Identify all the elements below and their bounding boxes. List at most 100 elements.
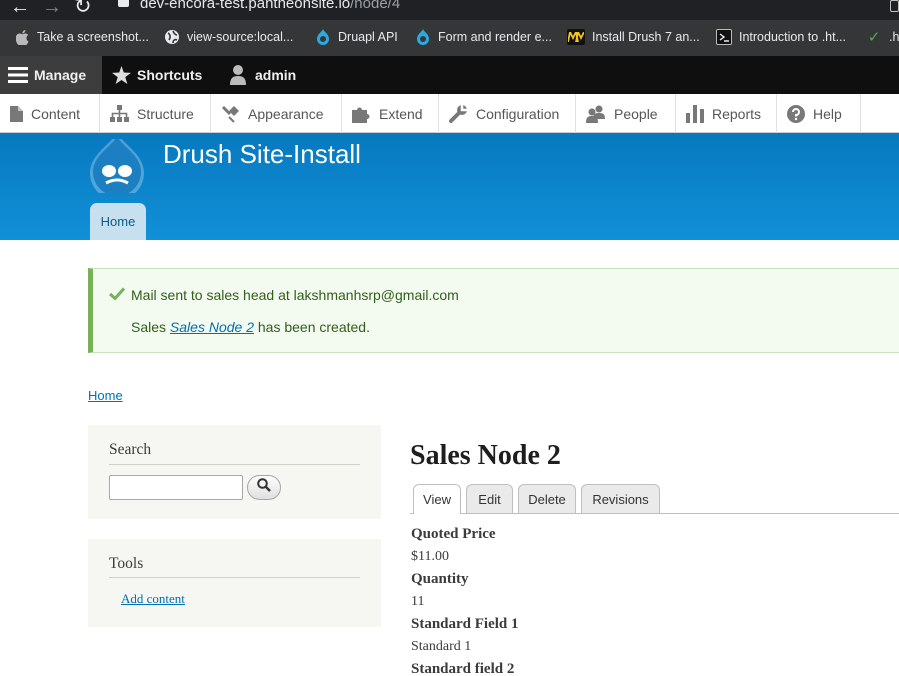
site-header: Drush Site-Install Home [0, 131, 899, 240]
tray-item-extend[interactable]: Extend [342, 94, 439, 133]
field-label-standard-field-1: Standard Field 1 [411, 616, 519, 632]
main-menu-home[interactable]: Home [90, 203, 146, 240]
tab-edit[interactable]: Edit [466, 484, 513, 513]
tab-view[interactable]: View [413, 484, 461, 514]
tab-delete[interactable]: Delete [518, 484, 576, 513]
tray-label: Configuration [476, 105, 560, 122]
bookmark-item[interactable]: ✓ .h [866, 28, 899, 46]
field-label-quoted-price: Quoted Price [411, 526, 496, 542]
node-link[interactable]: Sales Node 2 [170, 319, 254, 335]
tray-item-help[interactable]: Help [777, 94, 861, 133]
tray-item-people[interactable]: People [576, 94, 676, 133]
tray-item-structure[interactable]: Structure [100, 94, 211, 133]
puzzle-icon [352, 105, 371, 123]
field-label-standard-field-2: Standard field 2 [411, 661, 515, 676]
terminal-icon [716, 29, 732, 45]
user-label: admin [255, 67, 297, 83]
manage-label: Manage [34, 67, 87, 83]
forward-arrow-icon[interactable]: → [42, 0, 62, 19]
shortcuts-button[interactable]: Shortcuts [112, 56, 202, 94]
search-input[interactable] [109, 475, 243, 500]
check-icon [108, 287, 126, 305]
address-field[interactable]: dev-encora-test.pantheonsite.io/node/4 [140, 0, 400, 12]
browser-url-bar: ← → ↻ dev-encora-test.pantheonsite.io/no… [0, 0, 899, 20]
back-arrow-icon[interactable]: ← [10, 0, 30, 19]
file-icon [10, 105, 23, 122]
bookmark-label: Take a screenshot... [37, 30, 149, 44]
message-suffix: has been created. [253, 319, 370, 335]
bookmark-item[interactable]: view-source:local... [164, 28, 293, 46]
status-message: Mail sent to sales head at lakshmanhsrp@… [88, 268, 899, 353]
field-value-quantity: 11 [411, 594, 425, 609]
breadcrumb-home-link[interactable]: Home [88, 388, 123, 403]
lock-icon [118, 0, 129, 7]
divider [109, 577, 360, 578]
wrench-icon [449, 104, 468, 123]
field-value-standard-field-1: Standard 1 [411, 639, 472, 654]
sitemap-icon [110, 105, 129, 122]
tray-label: Extend [379, 105, 423, 122]
page-title: Sales Node 2 [410, 440, 561, 471]
tray-label: Help [813, 105, 842, 122]
star-icon [112, 66, 131, 84]
drupal-icon [315, 29, 331, 45]
message-mail-sent: Mail sent to sales head at lakshmanhsrp@… [131, 287, 459, 303]
user-menu-button[interactable]: admin [230, 56, 296, 94]
share-icon[interactable] [890, 0, 899, 12]
tray-label: People [614, 105, 658, 122]
bookmark-label: .h [889, 30, 899, 44]
tray-item-appearance[interactable]: Appearance [211, 94, 342, 133]
tray-label: Reports [712, 105, 762, 122]
tab-revisions[interactable]: Revisions [581, 484, 660, 513]
breadcrumb: Home [88, 388, 123, 403]
bookmark-label: view-source:local... [187, 30, 294, 44]
reload-icon[interactable]: ↻ [74, 0, 92, 19]
tray-label: Appearance [248, 105, 324, 122]
apple-icon [14, 29, 30, 45]
field-label-quantity: Quantity [411, 571, 469, 587]
medium-icon [567, 29, 585, 45]
globe-icon [164, 29, 180, 45]
message-node-created: Sales Sales Node 2 has been created. [131, 319, 370, 335]
user-icon [230, 65, 246, 85]
drupal-icon [415, 29, 431, 45]
manage-button[interactable]: Manage [0, 56, 102, 94]
bookmark-label: Introduction to .ht... [739, 30, 847, 44]
add-content-link[interactable]: Add content [121, 591, 185, 607]
bar-chart-icon [686, 104, 704, 123]
bookmark-item[interactable]: Introduction to .ht... [716, 28, 846, 46]
tray-label: Structure [137, 105, 194, 122]
url-host: dev-encora-test.pantheonsite.io [140, 0, 351, 12]
search-icon [257, 478, 271, 497]
help-icon [787, 104, 805, 123]
divider [109, 464, 360, 465]
bookmark-item[interactable]: Druapl API [315, 28, 398, 46]
tools-block: Tools Add content [88, 539, 381, 627]
admin-tray: Content Structure Appearance Extend Conf… [0, 94, 899, 133]
search-block-title: Search [109, 441, 152, 458]
bookmark-item[interactable]: Take a screenshot... [14, 28, 149, 46]
search-button[interactable] [247, 475, 281, 500]
shortcuts-label: Shortcuts [137, 67, 203, 83]
bookmark-label: Druapl API [338, 30, 398, 44]
site-name[interactable]: Drush Site-Install [163, 139, 361, 170]
tray-item-configuration[interactable]: Configuration [439, 94, 576, 133]
message-prefix: Sales [131, 319, 170, 335]
paintbrush-icon [221, 105, 240, 123]
tray-label: Content [31, 105, 81, 122]
node-tabs: View Edit Delete Revisions [410, 484, 899, 514]
field-value-quoted-price: $11.00 [411, 549, 449, 564]
people-icon [586, 105, 606, 123]
bookmark-item[interactable]: Install Drush 7 an... [567, 28, 700, 46]
admin-toolbar: Manage Shortcuts admin [0, 56, 899, 94]
hamburger-icon [8, 67, 28, 83]
drupal-logo-icon[interactable] [87, 131, 147, 200]
bookmark-label: Form and render e... [438, 30, 552, 44]
tray-item-reports[interactable]: Reports [676, 94, 777, 133]
bookmark-label: Install Drush 7 an... [592, 30, 700, 44]
bookmark-item[interactable]: Form and render e... [415, 28, 552, 46]
tray-item-content[interactable]: Content [0, 94, 100, 133]
tools-block-title: Tools [109, 555, 144, 572]
bookmarks-bar: Take a screenshot... view-source:local..… [0, 20, 899, 56]
url-path: /node/4 [350, 0, 401, 12]
